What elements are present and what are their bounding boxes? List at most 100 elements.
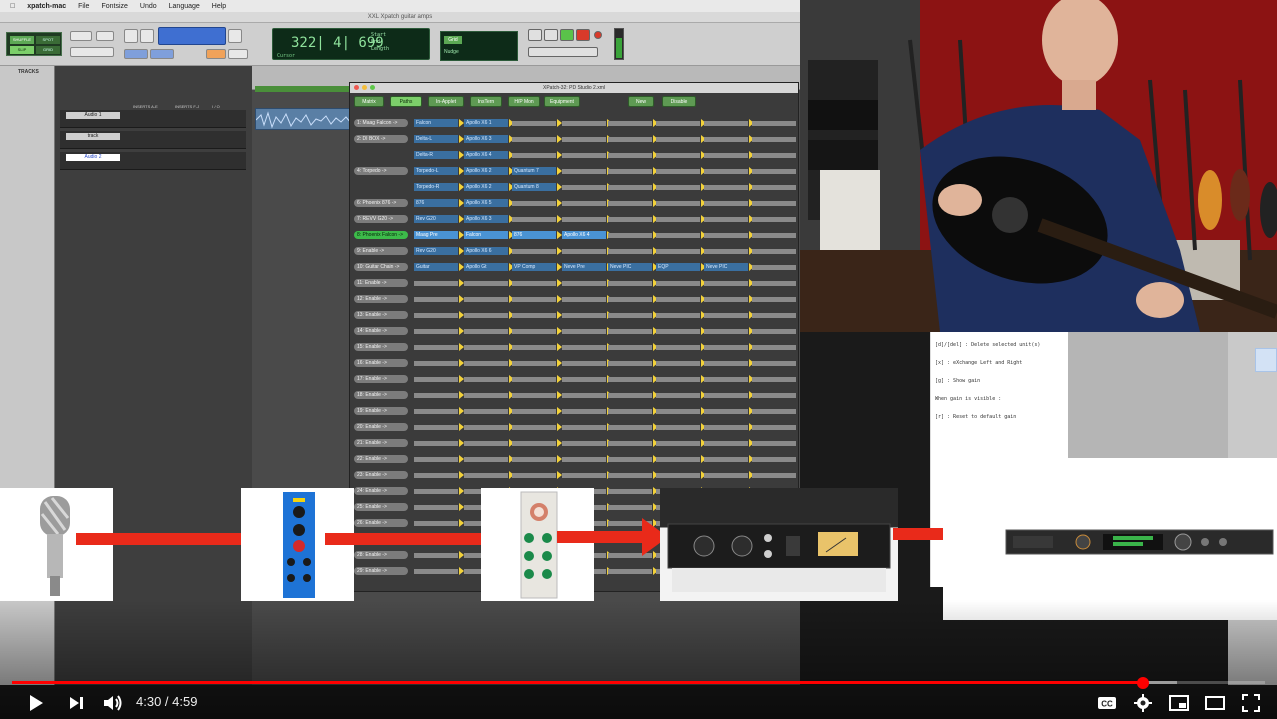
path-empty-slot[interactable] [656, 329, 700, 334]
path-empty-slot[interactable] [704, 425, 748, 430]
path-empty-slot[interactable] [512, 457, 556, 462]
path-empty-slot[interactable] [752, 329, 796, 334]
tab-paths[interactable]: Paths [390, 96, 422, 107]
grid-nudge-display[interactable]: Grid Nudge [440, 31, 518, 61]
path-empty-slot[interactable] [608, 505, 652, 510]
path-empty-slot[interactable] [608, 441, 652, 446]
path-empty-slot[interactable] [608, 169, 652, 174]
path-row-label[interactable]: 23: Enable -> [354, 471, 408, 479]
link-timeline[interactable] [150, 49, 174, 59]
path-empty-slot[interactable] [608, 153, 652, 158]
path-empty-slot[interactable] [414, 313, 458, 318]
track-name[interactable]: Audio 2 [66, 154, 120, 161]
path-empty-slot[interactable] [512, 121, 556, 126]
path-empty-slot[interactable] [414, 521, 458, 526]
path-empty-slot[interactable] [464, 441, 508, 446]
path-empty-slot[interactable] [562, 137, 606, 142]
path-empty-slot[interactable] [562, 185, 606, 190]
track-row[interactable]: Audio 2 [60, 152, 246, 170]
path-empty-slot[interactable] [656, 137, 700, 142]
path-empty-slot[interactable] [464, 457, 508, 462]
path-unit[interactable]: Torpedo-L [414, 167, 458, 175]
path-empty-slot[interactable] [752, 137, 796, 142]
miniplayer-button[interactable] [1166, 692, 1192, 714]
next-button[interactable] [64, 692, 88, 714]
path-unit[interactable]: Maag Pre [414, 231, 458, 239]
path-empty-slot[interactable] [512, 329, 556, 334]
zoom-button[interactable] [70, 31, 92, 41]
path-empty-slot[interactable] [512, 313, 556, 318]
new-button[interactable]: New [628, 96, 654, 107]
path-empty-slot[interactable] [608, 297, 652, 302]
path-empty-slot[interactable] [656, 441, 700, 446]
zoom-presets[interactable] [70, 47, 114, 57]
path-empty-slot[interactable] [752, 153, 796, 158]
path-empty-slot[interactable] [656, 169, 700, 174]
path-empty-slot[interactable] [752, 313, 796, 318]
path-empty-slot[interactable] [608, 393, 652, 398]
path-empty-slot[interactable] [704, 441, 748, 446]
path-empty-slot[interactable] [414, 281, 458, 286]
path-empty-slot[interactable] [562, 169, 606, 174]
path-empty-slot[interactable] [464, 313, 508, 318]
path-unit[interactable]: Apollo X6 4 [562, 231, 606, 239]
path-row-label[interactable]: 7: REVV G20 -> [354, 215, 408, 223]
path-empty-slot[interactable] [752, 249, 796, 254]
menu-fontsize[interactable]: Fontsize [101, 3, 127, 10]
path-empty-slot[interactable] [608, 185, 652, 190]
path-row-label[interactable]: 2: DI BOX -> [354, 135, 408, 143]
path-row-label[interactable]: 28: Enable -> [354, 551, 408, 559]
path-unit[interactable]: Neve PIC [608, 263, 652, 271]
path-empty-slot[interactable] [704, 281, 748, 286]
path-empty-slot[interactable] [656, 473, 700, 478]
path-empty-slot[interactable] [752, 457, 796, 462]
mode-slip[interactable]: SLIP [10, 46, 34, 54]
path-unit[interactable]: Falcon [414, 119, 458, 127]
path-unit[interactable]: Delta-R [414, 151, 458, 159]
zoom-window-icon[interactable] [370, 85, 375, 90]
path-unit[interactable]: 876 [414, 199, 458, 207]
path-empty-slot[interactable] [608, 489, 652, 494]
path-row-label[interactable]: 16: Enable -> [354, 359, 408, 367]
path-row-label[interactable]: 13: Enable -> [354, 311, 408, 319]
path-row-label[interactable]: 20: Enable -> [354, 423, 408, 431]
path-unit[interactable]: Falcon [464, 231, 508, 239]
path-empty-slot[interactable] [752, 393, 796, 398]
path-empty-slot[interactable] [704, 249, 748, 254]
keyboard-focus[interactable] [228, 49, 248, 59]
path-empty-slot[interactable] [512, 137, 556, 142]
path-empty-slot[interactable] [562, 121, 606, 126]
path-empty-slot[interactable] [512, 217, 556, 222]
path-empty-slot[interactable] [704, 345, 748, 350]
path-empty-slot[interactable] [414, 345, 458, 350]
path-empty-slot[interactable] [704, 121, 748, 126]
path-empty-slot[interactable] [562, 457, 606, 462]
path-empty-slot[interactable] [608, 233, 652, 238]
path-empty-slot[interactable] [656, 345, 700, 350]
path-unit[interactable]: Neve Pre [562, 263, 606, 271]
path-empty-slot[interactable] [464, 377, 508, 382]
path-unit[interactable]: Guitar [414, 263, 458, 271]
pencil-tool-icon[interactable] [228, 29, 242, 43]
path-empty-slot[interactable] [512, 361, 556, 366]
path-empty-slot[interactable] [752, 361, 796, 366]
path-empty-slot[interactable] [704, 377, 748, 382]
path-empty-slot[interactable] [656, 393, 700, 398]
path-unit[interactable]: Apollo X6 5 [464, 199, 508, 207]
path-row-label[interactable]: 21: Enable -> [354, 439, 408, 447]
path-empty-slot[interactable] [464, 473, 508, 478]
path-unit[interactable]: Rev G20 [414, 247, 458, 255]
close-window-icon[interactable] [354, 85, 359, 90]
path-empty-slot[interactable] [752, 121, 796, 126]
path-empty-slot[interactable] [562, 217, 606, 222]
path-empty-slot[interactable] [704, 329, 748, 334]
path-empty-slot[interactable] [608, 217, 652, 222]
path-row-label[interactable]: 14: Enable -> [354, 327, 408, 335]
path-row-label[interactable]: 4: Torpedo -> [354, 167, 408, 175]
path-empty-slot[interactable] [608, 329, 652, 334]
tab-instern[interactable]: InsTern [470, 96, 502, 107]
path-empty-slot[interactable] [512, 249, 556, 254]
path-row-label[interactable]: 9: Enable -> [354, 247, 408, 255]
main-counter[interactable]: 322| 4| 699 Cursor Start End Length [272, 28, 430, 60]
path-row-label[interactable]: 19: Enable -> [354, 407, 408, 415]
